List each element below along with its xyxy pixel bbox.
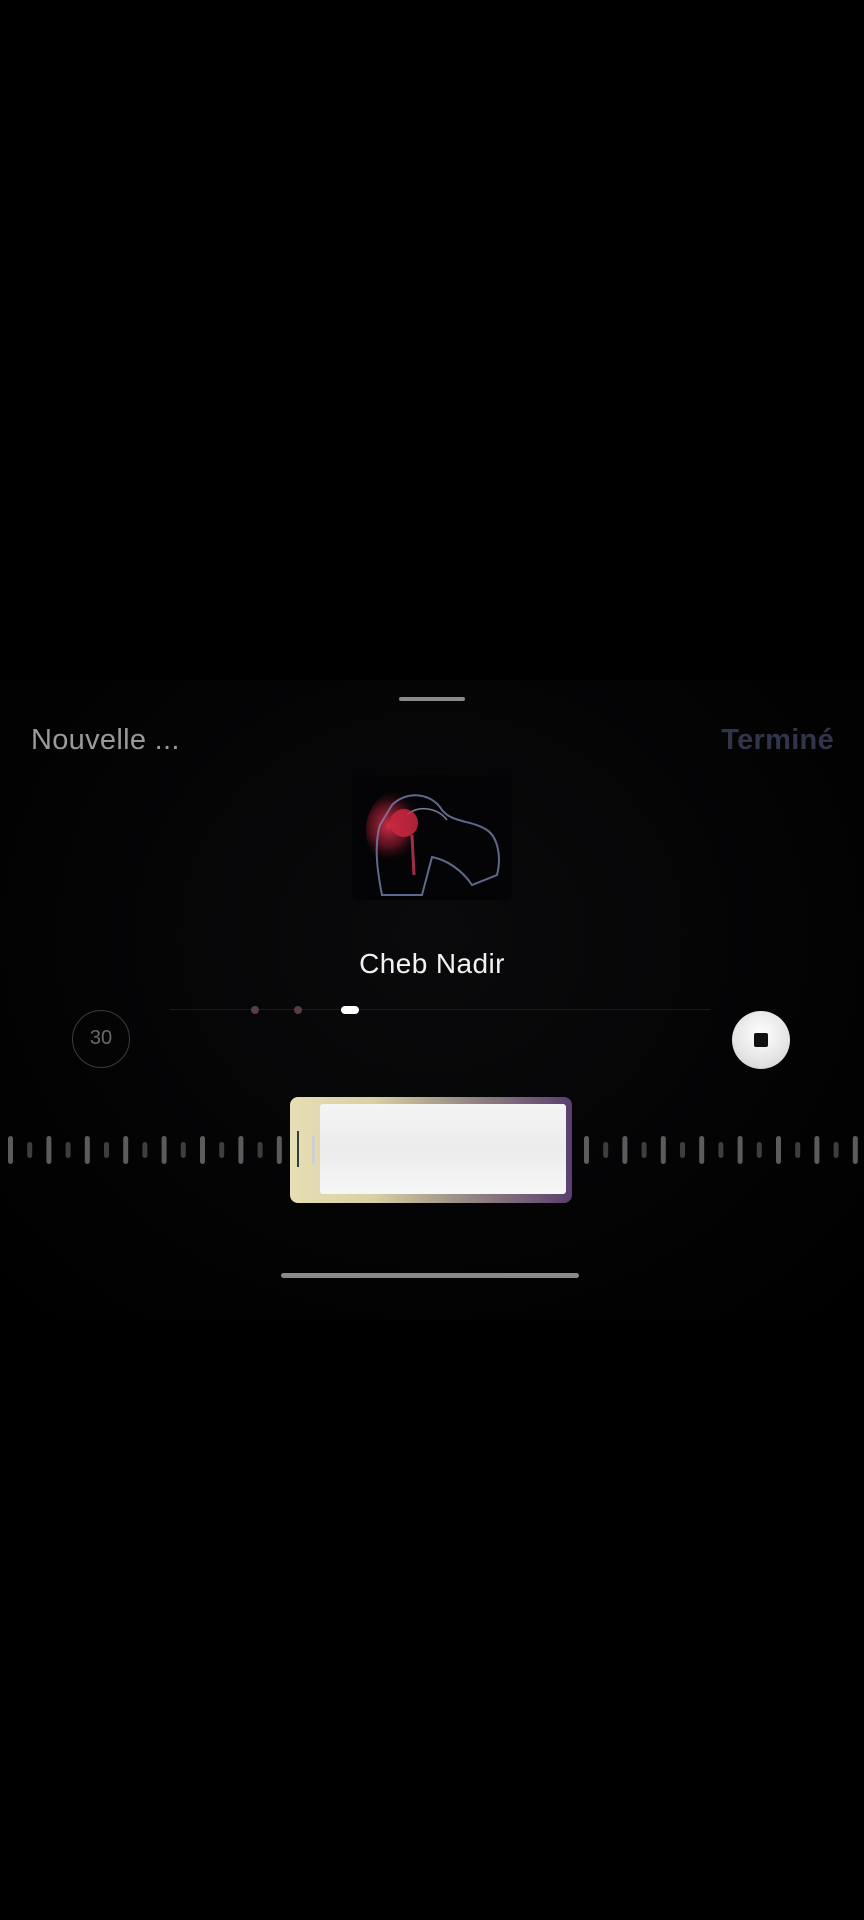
sheet-grabber[interactable]	[399, 697, 465, 701]
waveform-bar	[238, 1136, 244, 1164]
selector-playhead	[297, 1131, 299, 1167]
waveform-bar	[699, 1136, 705, 1164]
waveform-bar	[756, 1142, 762, 1158]
waveform-bar	[814, 1136, 820, 1164]
waveform-bar	[776, 1136, 781, 1164]
waveform-bar	[584, 1136, 589, 1164]
selector-left-handle[interactable]	[312, 1135, 315, 1165]
waveform-bar	[852, 1136, 858, 1164]
waveform-bar	[641, 1142, 647, 1158]
waveform-bar	[104, 1142, 109, 1158]
track-artist: Cheb Nadir	[359, 948, 505, 979]
waveform-bar	[180, 1142, 186, 1158]
waveform-bar	[65, 1142, 71, 1158]
waveform-bar	[718, 1142, 724, 1158]
waveform-bar	[680, 1142, 685, 1158]
waveform-bar	[795, 1142, 801, 1158]
skip-30-button[interactable]: 30	[72, 1010, 130, 1068]
stop-icon	[754, 1033, 768, 1047]
page-dot-3-active[interactable]	[341, 1006, 359, 1014]
waveform-bar	[142, 1142, 148, 1158]
page-dot-2[interactable]	[294, 1006, 302, 1014]
waveform-bar	[603, 1142, 609, 1158]
waveform-bar	[84, 1136, 90, 1164]
page-dot-1[interactable]	[251, 1006, 259, 1014]
skip-30-icon: 30	[89, 1027, 113, 1049]
waveform-bar	[123, 1136, 129, 1164]
selector-window	[320, 1104, 566, 1194]
waveform-bar	[660, 1136, 666, 1164]
waveform-bar	[737, 1136, 743, 1164]
waveform-bar	[161, 1136, 167, 1164]
waveform-bar	[219, 1142, 225, 1158]
waveform-bar	[46, 1136, 52, 1164]
stop-button[interactable]	[732, 1011, 790, 1069]
waveform-bar	[257, 1142, 263, 1158]
waveform-bar	[622, 1136, 628, 1164]
waveform-bar	[276, 1136, 282, 1164]
album-artwork	[352, 775, 512, 900]
screen: Nouvelle ... Terminé Cheb Nadir 30	[0, 0, 864, 1920]
artwork-figure-icon	[352, 775, 512, 900]
waveform-bar	[200, 1136, 205, 1164]
home-indicator	[281, 1273, 579, 1278]
header-back-label[interactable]: Nouvelle ...	[31, 724, 180, 757]
waveform-bar	[833, 1142, 839, 1158]
done-button[interactable]: Terminé	[721, 724, 834, 757]
waveform-bar	[27, 1142, 33, 1158]
clip-selector[interactable]	[290, 1097, 572, 1203]
waveform-bar	[8, 1136, 13, 1164]
